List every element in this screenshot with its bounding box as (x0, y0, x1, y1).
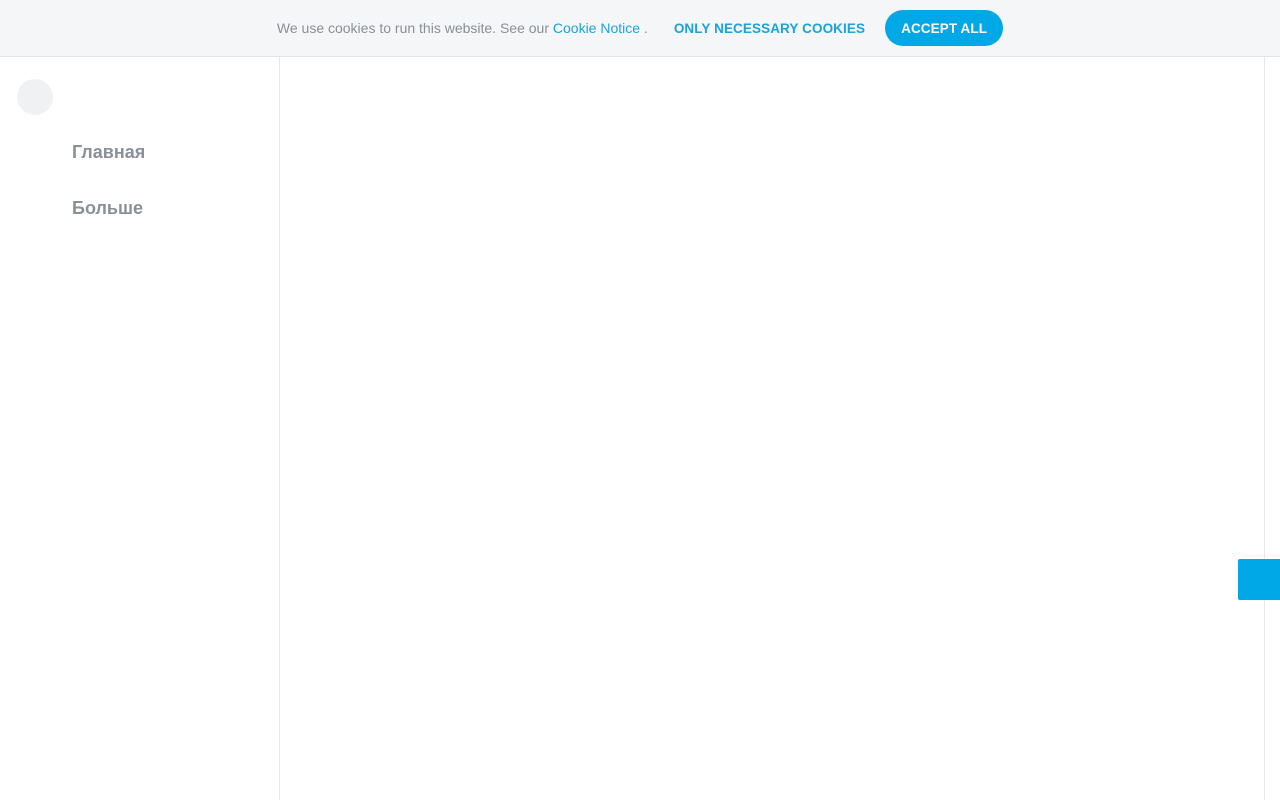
sidebar-item-more[interactable]: Больше (72, 198, 143, 219)
only-necessary-cookies-button[interactable]: ONLY NECESSARY COOKIES (674, 21, 865, 36)
accept-all-button[interactable]: ACCEPT ALL (885, 10, 1004, 46)
avatar[interactable] (17, 79, 53, 115)
side-floating-tab[interactable] (1238, 559, 1280, 600)
sidebar: Главная Больше (0, 57, 280, 800)
cookie-message: We use cookies to run this website. See … (277, 20, 648, 36)
sidebar-item-home[interactable]: Главная (72, 142, 145, 163)
cookie-message-period: . (640, 20, 648, 36)
main-content (280, 57, 1265, 800)
cookie-notice-link[interactable]: Cookie Notice (553, 20, 640, 36)
cookie-message-text: We use cookies to run this website. See … (276, 20, 549, 36)
cookie-banner: We use cookies to run this website. See … (0, 0, 1280, 57)
